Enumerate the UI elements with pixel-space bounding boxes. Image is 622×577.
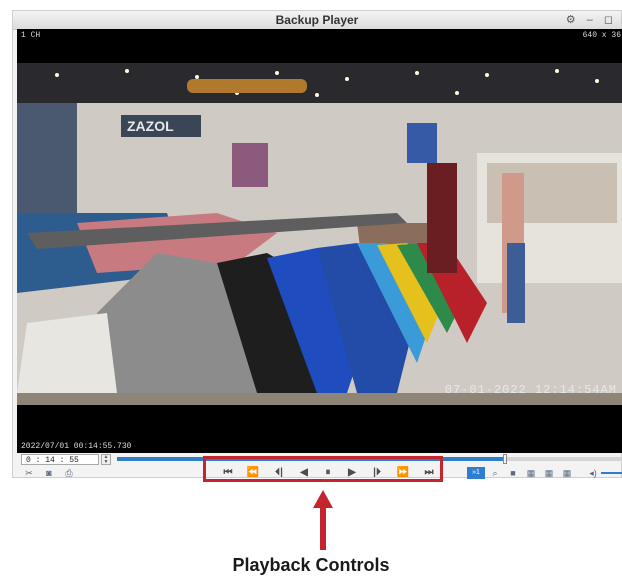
spin-down-icon[interactable]: ▼ bbox=[102, 460, 110, 465]
resolution-label: 640 x 36 bbox=[582, 31, 621, 40]
time-input[interactable]: 0 : 14 : 55 bbox=[21, 454, 99, 465]
annotation-label: Playback Controls bbox=[232, 555, 390, 575]
playback-controls-highlight bbox=[203, 456, 443, 482]
svg-text:ZAZOL: ZAZOL bbox=[127, 118, 174, 134]
video-frame-image: ZAZOL bbox=[17, 63, 622, 405]
layout-4-icon[interactable]: ▦ bbox=[525, 467, 537, 479]
title-bar: Backup Player ⚙ – ◻ bbox=[13, 11, 621, 30]
backup-player-window: Backup Player ⚙ – ◻ ZAZOL 1 CH 640 x 36 … bbox=[12, 10, 622, 479]
window-title: Backup Player bbox=[275, 13, 359, 27]
osd-datetime: 07-01-2022 12:14:54AM bbox=[444, 383, 617, 397]
timeline-thumb[interactable] bbox=[503, 454, 508, 464]
camera-icon[interactable]: ◙ bbox=[43, 467, 55, 479]
channel-label: 1 CH bbox=[21, 31, 41, 40]
layout-16-icon[interactable]: ▦ bbox=[561, 467, 573, 479]
record-timestamp: 2022/07/01 00:14:55.730 bbox=[21, 442, 132, 451]
layout-1-icon[interactable]: ■ bbox=[507, 467, 519, 479]
volume-icon[interactable]: ◂) bbox=[587, 467, 599, 479]
layout-9-icon[interactable]: ▦ bbox=[543, 467, 555, 479]
zoom-icon[interactable]: ⌕ bbox=[489, 467, 501, 479]
printer-icon[interactable]: ⎙ bbox=[63, 467, 75, 479]
annotation-arrow-shaft bbox=[320, 506, 326, 550]
video-viewport[interactable]: ZAZOL 1 CH 640 x 36 07-01-2022 12:14:54A… bbox=[17, 29, 622, 453]
speed-indicator[interactable]: »1 bbox=[467, 467, 485, 479]
window-controls[interactable]: ⚙ – ◻ bbox=[566, 13, 617, 26]
volume-slider[interactable] bbox=[601, 472, 622, 474]
time-spinner[interactable]: ▲ ▼ bbox=[101, 454, 111, 465]
scissors-icon[interactable]: ✂ bbox=[23, 467, 35, 479]
